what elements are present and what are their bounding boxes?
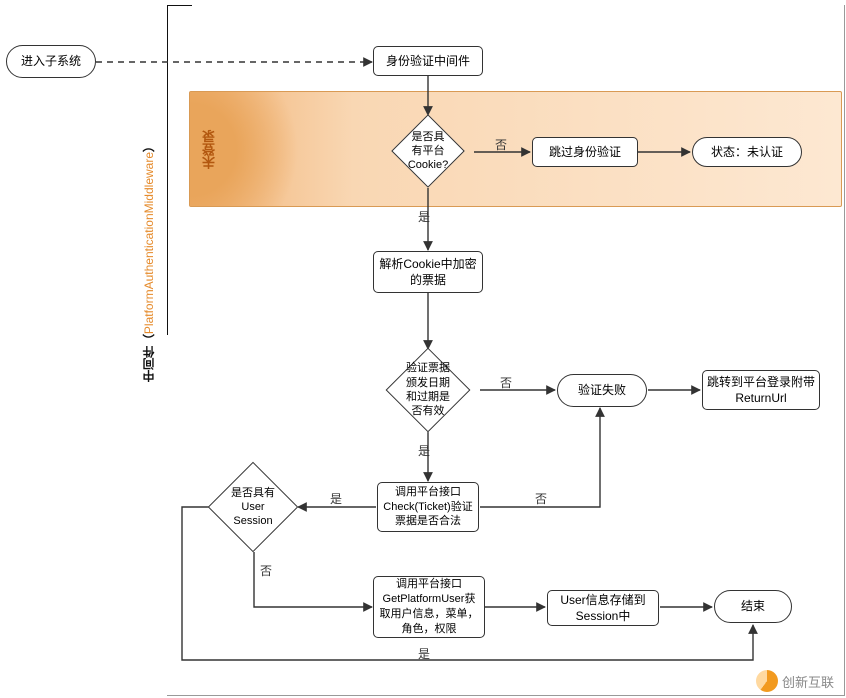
node-parse-cookie: 解析Cookie中加密的票据 — [373, 251, 483, 293]
label-yes-4: 是 — [418, 645, 430, 662]
watermark: 创新互联 — [756, 670, 834, 692]
axis-horizontal — [167, 5, 192, 6]
label-yes-1: 是 — [418, 208, 430, 225]
middleware-axis-label: 中间件（PlatformAuthenticationMiddleware） — [140, 140, 157, 382]
label-yes-2: 是 — [418, 442, 430, 459]
node-verify-fail: 验证失败 — [557, 374, 647, 407]
axis-vertical — [167, 5, 168, 335]
label-no-3: 否 — [535, 490, 547, 507]
label-no-1: 否 — [495, 136, 507, 153]
unlogged-zone-label: 未登录 — [200, 130, 219, 169]
node-redirect-login: 跳转到平台登录附带ReturnUrl — [702, 370, 820, 410]
node-skip-auth: 跳过身份验证 — [532, 137, 638, 167]
watermark-text: 创新互联 — [782, 672, 834, 691]
node-save-session: User信息存储到Session中 — [547, 590, 659, 626]
label-yes-3: 是 — [330, 490, 342, 507]
node-state-unauth: 状态：未认证 — [692, 137, 802, 167]
label-no-2: 否 — [500, 374, 512, 391]
node-end: 结束 — [714, 590, 792, 623]
watermark-icon — [756, 670, 778, 692]
node-get-user: 调用平台接口GetPlatformUser获取用户信息，菜单，角色，权限 — [373, 576, 485, 638]
node-auth-middleware: 身份验证中间件 — [373, 46, 483, 76]
label-no-4: 否 — [260, 562, 272, 579]
node-check-ticket: 调用平台接口Check(Ticket)验证票据是否合法 — [377, 482, 479, 532]
node-enter-subsystem: 进入子系统 — [6, 45, 96, 78]
